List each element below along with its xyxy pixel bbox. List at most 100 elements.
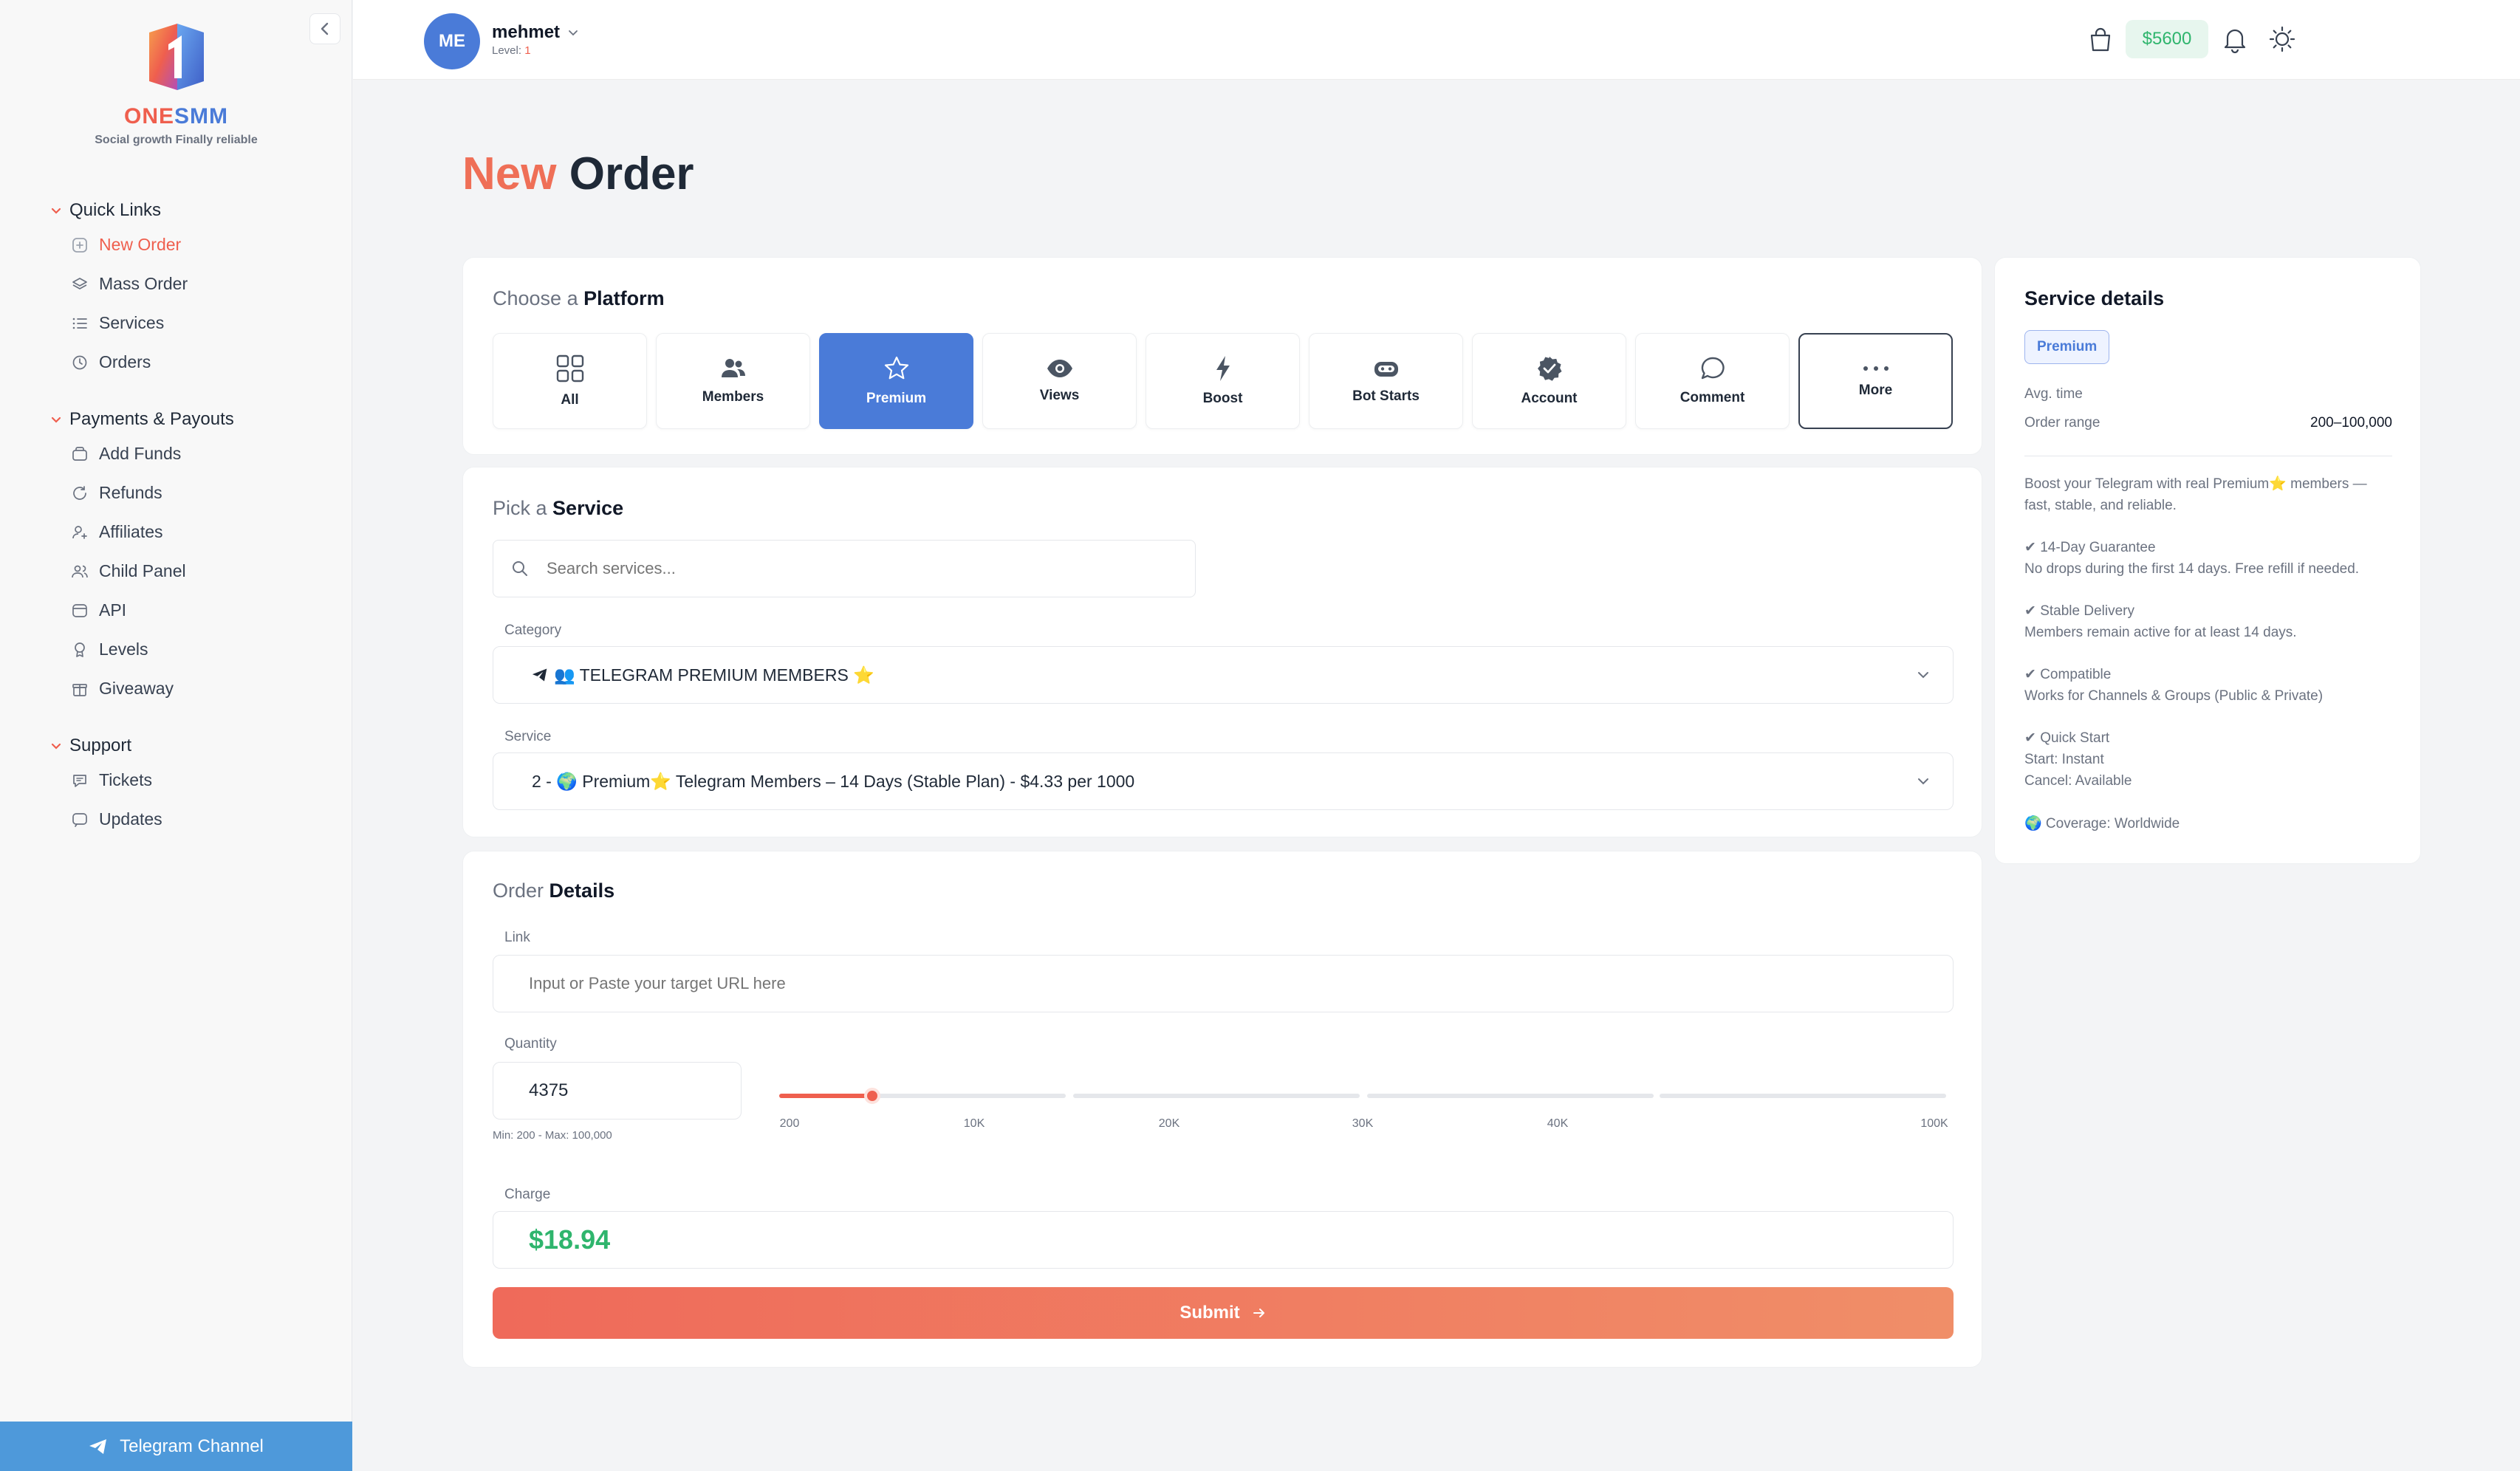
- slider-tick: 200: [779, 1117, 800, 1130]
- nav-group-header[interactable]: Quick Links: [0, 196, 352, 225]
- platform-label: Bot Starts: [1352, 388, 1420, 404]
- service-search-box[interactable]: [493, 540, 1196, 597]
- sidebar-item-label: Orders: [99, 352, 151, 371]
- chevron-down-icon: [1918, 672, 1928, 679]
- slider-tick: 40K: [1547, 1117, 1569, 1130]
- slider-segment: [1660, 1094, 1946, 1098]
- link-field[interactable]: [493, 955, 1954, 1012]
- slider-tick: 30K: [1352, 1117, 1374, 1130]
- sidebar-item-tickets[interactable]: Tickets: [0, 761, 352, 800]
- sidebar-item-label: Refunds: [99, 483, 162, 502]
- nav-group-title: Support: [69, 736, 132, 755]
- users-icon: [72, 565, 88, 577]
- chevron-down-icon: [51, 416, 61, 423]
- order-range-row: Order range 200–100,000: [2024, 415, 2392, 431]
- refresh-icon: [73, 485, 86, 500]
- sidebar-item-label: Updates: [99, 809, 162, 829]
- platform-premium[interactable]: Premium: [819, 333, 973, 429]
- arrow-right-icon: [1253, 1309, 1264, 1317]
- plus-square-icon: [72, 237, 87, 253]
- category-select[interactable]: 👥 TELEGRAM PREMIUM MEMBERS ⭐: [493, 646, 1954, 704]
- nav-group-header[interactable]: Support: [0, 731, 352, 761]
- slider-thumb[interactable]: [864, 1088, 880, 1104]
- platform-views[interactable]: Views: [982, 333, 1137, 429]
- platform-label: All: [561, 392, 579, 408]
- charge-value: $18.94: [493, 1211, 1954, 1269]
- sidebar-item-label: Tickets: [99, 770, 152, 789]
- sidebar-item-services[interactable]: Services: [0, 304, 352, 343]
- submit-label: Submit: [1179, 1303, 1240, 1323]
- sidebar-item-refunds[interactable]: Refunds: [0, 473, 352, 512]
- sidebar-item-label: Levels: [99, 640, 148, 659]
- sidebar-item-child-panel[interactable]: Child Panel: [0, 552, 352, 591]
- service-details-title: Service details: [2024, 287, 2165, 309]
- bolt-icon: [1216, 356, 1230, 381]
- sidebar-item-label: Child Panel: [99, 561, 186, 580]
- brand-name: ONESMM: [123, 104, 228, 128]
- nav-group-header[interactable]: Payments & Payouts: [0, 405, 352, 434]
- feature-quick-start: ✔ Quick Start Start: Instant Cancel: Ava…: [2024, 730, 2132, 789]
- telegram-channel-button[interactable]: Telegram Channel: [0, 1422, 352, 1471]
- platform-comment[interactable]: Comment: [1635, 333, 1790, 429]
- feature-stable-delivery: ✔ Stable Delivery Members remain active …: [2024, 603, 2297, 640]
- bell-icon[interactable]: [2222, 25, 2248, 53]
- platform-all[interactable]: All: [493, 333, 647, 429]
- platform-label: Comment: [1680, 390, 1745, 405]
- sidebar-item-affiliates[interactable]: Affiliates: [0, 512, 352, 552]
- sidebar-item-giveaway[interactable]: Giveaway: [0, 669, 352, 708]
- brand-tagline: Social growth Finally reliable: [95, 134, 258, 146]
- list-icon: [72, 318, 87, 329]
- platform-more[interactable]: More: [1798, 333, 1953, 429]
- service-details-card: Service details Premium Avg. time Order …: [1994, 257, 2421, 864]
- link-label: Link: [504, 930, 530, 945]
- sidebar-item-updates[interactable]: Updates: [0, 800, 352, 839]
- api-icon: [72, 603, 87, 617]
- comment-icon: [1701, 357, 1725, 380]
- wallet-icon: [72, 446, 87, 461]
- submit-button[interactable]: Submit: [493, 1287, 1954, 1339]
- quantity-slider[interactable]: [779, 1085, 1946, 1107]
- platform-label: Boost: [1202, 391, 1243, 406]
- platform-account[interactable]: Account: [1472, 333, 1626, 429]
- service-label: Service: [504, 729, 552, 744]
- service-select[interactable]: 2 - 🌍 Premium⭐ Telegram Members – 14 Day…: [493, 752, 1954, 810]
- user-menu[interactable]: mehmet: [492, 22, 579, 43]
- nav-group-title: Payments & Payouts: [69, 409, 234, 429]
- platform-boost[interactable]: Boost: [1146, 333, 1300, 429]
- service-value: 2 - 🌍 Premium⭐ Telegram Members – 14 Day…: [532, 771, 1135, 791]
- charge-label: Charge: [504, 1187, 551, 1202]
- chevron-down-icon: [51, 743, 61, 750]
- nav-group-support: Support Tickets Updates: [0, 731, 352, 839]
- chevron-down-icon: [569, 30, 578, 36]
- shopping-bag-icon[interactable]: [2086, 25, 2115, 55]
- link-input[interactable]: [493, 956, 1953, 1012]
- sidebar-item-api[interactable]: API: [0, 591, 352, 630]
- theme-toggle-sun-icon[interactable]: [2267, 24, 2297, 54]
- sidebar-item-add-funds[interactable]: Add Funds: [0, 434, 352, 473]
- balance-badge[interactable]: $5600: [2126, 20, 2208, 58]
- nav-group-payments: Payments & Payouts Add Funds Refunds Aff…: [0, 405, 352, 708]
- sidebar-item-label: Giveaway: [99, 679, 174, 698]
- service-search-input[interactable]: [547, 559, 1152, 578]
- platform-label: Members: [702, 389, 764, 405]
- logo-mark-icon: [148, 24, 204, 90]
- brand-logo[interactable]: ONESMM Social growth Finally reliable: [0, 22, 352, 147]
- telegram-channel-label: Telegram Channel: [120, 1436, 264, 1456]
- platform-members[interactable]: Members: [656, 333, 810, 429]
- platform-card: Choose a Platform All Members Premium Vi…: [462, 257, 1982, 455]
- sidebar-item-new-order[interactable]: New Order: [0, 225, 352, 264]
- grid-icon: [556, 354, 583, 383]
- telegram-icon: [532, 668, 547, 682]
- sidebar-item-mass-order[interactable]: Mass Order: [0, 264, 352, 304]
- bot-icon: [1374, 362, 1398, 377]
- service-section-title: Pick a Service: [493, 497, 624, 519]
- platform-bot-starts[interactable]: Bot Starts: [1309, 333, 1463, 429]
- order-section-title: Order Details: [493, 879, 615, 902]
- avatar[interactable]: ME: [424, 13, 480, 69]
- sidebar-item-orders[interactable]: Orders: [0, 343, 352, 382]
- quantity-input[interactable]: 4375: [493, 1062, 742, 1119]
- nav-group-quick-links: Quick Links New Order Mass Order Service…: [0, 196, 352, 382]
- star-icon: [884, 356, 908, 380]
- avg-time-row: Avg. time: [2024, 386, 2083, 402]
- sidebar-item-levels[interactable]: Levels: [0, 630, 352, 669]
